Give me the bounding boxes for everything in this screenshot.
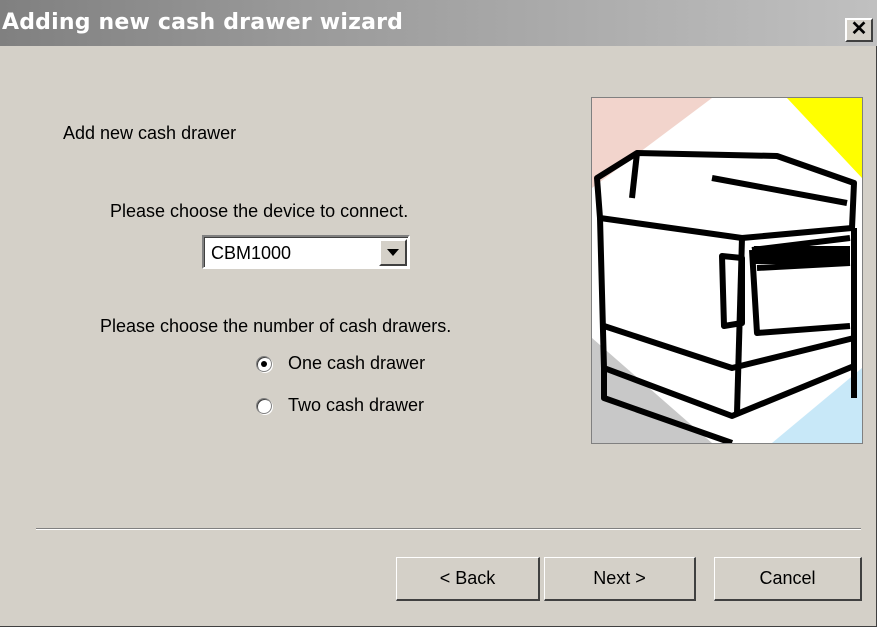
cancel-button[interactable]: Cancel	[714, 557, 862, 601]
device-select[interactable]: CBM1000	[202, 235, 410, 269]
close-button[interactable]: ✕	[845, 18, 873, 42]
radio-label[interactable]: Two cash drawer	[288, 395, 424, 416]
radio-button-icon[interactable]	[256, 356, 272, 372]
device-select-dropdown-button[interactable]	[379, 239, 407, 266]
printer-illustration	[591, 97, 863, 444]
page-heading: Add new cash drawer	[63, 123, 237, 143]
chevron-down-icon	[387, 249, 399, 256]
radio-selected-dot	[261, 361, 267, 367]
radio-label[interactable]: One cash drawer	[288, 353, 425, 374]
radio-one-cash-drawer[interactable]: One cash drawer	[256, 353, 496, 379]
device-prompt: Please choose the device to connect.	[110, 201, 409, 221]
device-select-frame: CBM1000	[204, 237, 408, 267]
count-prompt: Please choose the number of cash drawers…	[100, 316, 452, 336]
title-bar[interactable]: Adding new cash drawer wizard ✕	[0, 0, 877, 46]
next-button[interactable]: Next >	[544, 557, 696, 601]
radio-button-icon[interactable]	[256, 398, 272, 414]
wizard-window: Adding new cash drawer wizard ✕ Add new …	[0, 0, 877, 627]
radio-two-cash-drawer[interactable]: Two cash drawer	[256, 395, 496, 421]
printer-icon	[592, 98, 862, 443]
back-button[interactable]: < Back	[396, 557, 540, 601]
window-title: Adding new cash drawer wizard	[2, 10, 404, 35]
device-select-value: CBM1000	[211, 243, 292, 263]
separator	[36, 528, 861, 530]
close-icon: ✕	[850, 18, 868, 40]
